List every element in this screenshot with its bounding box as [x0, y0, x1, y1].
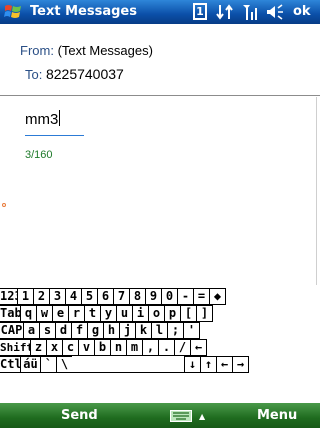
to-label: To:	[25, 67, 43, 82]
message-text: mm3	[25, 111, 59, 128]
key-j[interactable]: j	[119, 322, 136, 339]
key-/[interactable]: /	[174, 339, 191, 356]
soft-keyboard: 1231234567890-=◆Tabqwertyuiop[]CAPasdfgh…	[0, 288, 320, 402]
key-s[interactable]: s	[39, 322, 56, 339]
key-][interactable]: ]	[196, 305, 213, 322]
key-`[interactable]: `	[40, 356, 57, 373]
key-x[interactable]: x	[46, 339, 63, 356]
key-w[interactable]: w	[36, 305, 53, 322]
key-6[interactable]: 6	[97, 288, 114, 305]
to-row[interactable]: To: 8225740037	[25, 66, 124, 82]
signal-icon	[243, 5, 257, 20]
key-c[interactable]: c	[62, 339, 79, 356]
message-header: From: (Text Messages) To: 8225740037	[0, 24, 320, 96]
scroll-edge	[316, 97, 317, 285]
connectivity-icon	[216, 4, 233, 20]
key-2[interactable]: 2	[33, 288, 50, 305]
title-bar: Text Messages 1 ok	[0, 0, 320, 24]
key-=[interactable]: =	[193, 288, 210, 305]
key-space[interactable]	[72, 356, 185, 373]
key--[interactable]: -	[177, 288, 194, 305]
key-→[interactable]: →	[232, 356, 249, 373]
key-CAP[interactable]: CAP	[0, 322, 24, 339]
key-t[interactable]: t	[84, 305, 101, 322]
keyboard-row: Ctl áü ` \ ↓ ↑ ← →	[0, 356, 320, 373]
send-button[interactable]: Send	[61, 408, 98, 423]
input-underline	[25, 135, 84, 136]
key-p[interactable]: p	[164, 305, 181, 322]
keyboard-row: Shift z x c v b n m,. / ←	[0, 339, 320, 356]
key-↓[interactable]: ↓	[184, 356, 201, 373]
text-caret	[59, 110, 61, 126]
edge-marker	[2, 203, 6, 207]
key-Ctl[interactable]: Ctl	[0, 356, 21, 373]
key-k[interactable]: k	[135, 322, 152, 339]
key-h[interactable]: h	[103, 322, 120, 339]
key-\[interactable]: \	[56, 356, 73, 373]
key-d[interactable]: d	[55, 322, 72, 339]
input-panel-arrow-icon[interactable]: ▲	[199, 412, 205, 421]
key-←[interactable]: ←	[190, 339, 207, 356]
key-m[interactable]: m	[126, 339, 143, 356]
keyboard-row: CAP a s d f g h j k l; '	[0, 322, 320, 339]
to-field[interactable]: 8225740037	[46, 66, 124, 82]
key-[[interactable]: [	[180, 305, 197, 322]
key-7[interactable]: 7	[113, 288, 130, 305]
key-9[interactable]: 9	[145, 288, 162, 305]
key-5[interactable]: 5	[81, 288, 98, 305]
key-.[interactable]: .	[158, 339, 175, 356]
key-4[interactable]: 4	[65, 288, 82, 305]
from-value: (Text Messages)	[57, 43, 153, 58]
key-o[interactable]: o	[148, 305, 165, 322]
key-q[interactable]: q	[20, 305, 37, 322]
key-←[interactable]: ←	[216, 356, 233, 373]
character-counter: 3/160	[25, 149, 53, 161]
ok-button[interactable]: ok	[293, 4, 311, 19]
key-l[interactable]: l	[151, 322, 168, 339]
key-Shift[interactable]: Shift	[0, 339, 31, 356]
key-Tab[interactable]: Tab	[0, 305, 21, 322]
windows-start-icon[interactable]	[4, 3, 22, 21]
key-n[interactable]: n	[110, 339, 127, 356]
volume-icon	[267, 4, 283, 20]
keyboard-row: 1231234567890-=◆	[0, 288, 320, 305]
keyboard-row: Tab q w e r t y u i o p[]	[0, 305, 320, 322]
key-u[interactable]: u	[116, 305, 133, 322]
key-z[interactable]: z	[30, 339, 47, 356]
from-label: From:	[20, 43, 54, 58]
message-body-area[interactable]: mm3 3/160	[0, 97, 320, 285]
key-i[interactable]: i	[132, 305, 149, 322]
key-a[interactable]: a	[23, 322, 40, 339]
from-row[interactable]: From: (Text Messages)	[20, 43, 153, 58]
key-e[interactable]: e	[52, 305, 69, 322]
sim-card-icon: 1	[193, 3, 207, 20]
key-1[interactable]: 1	[17, 288, 34, 305]
key-áü[interactable]: áü	[20, 356, 41, 373]
key-123[interactable]: 123	[0, 288, 18, 305]
key-0[interactable]: 0	[161, 288, 178, 305]
key-b[interactable]: b	[94, 339, 111, 356]
keyboard-icon[interactable]	[170, 410, 192, 422]
key-g[interactable]: g	[87, 322, 104, 339]
key-3[interactable]: 3	[49, 288, 66, 305]
app-title: Text Messages	[30, 4, 137, 19]
key-f[interactable]: f	[71, 322, 88, 339]
message-input[interactable]: mm3	[25, 110, 61, 128]
key-◆[interactable]: ◆	[209, 288, 226, 305]
soft-key-bar: Send ▲ Menu	[0, 403, 320, 428]
menu-button[interactable]: Menu	[257, 408, 297, 423]
key-v[interactable]: v	[78, 339, 95, 356]
key-,[interactable]: ,	[142, 339, 159, 356]
key-;[interactable]: ;	[167, 322, 184, 339]
key-r[interactable]: r	[68, 305, 85, 322]
key-y[interactable]: y	[100, 305, 117, 322]
key-8[interactable]: 8	[129, 288, 146, 305]
key-'[interactable]: '	[183, 322, 200, 339]
key-↑[interactable]: ↑	[200, 356, 217, 373]
